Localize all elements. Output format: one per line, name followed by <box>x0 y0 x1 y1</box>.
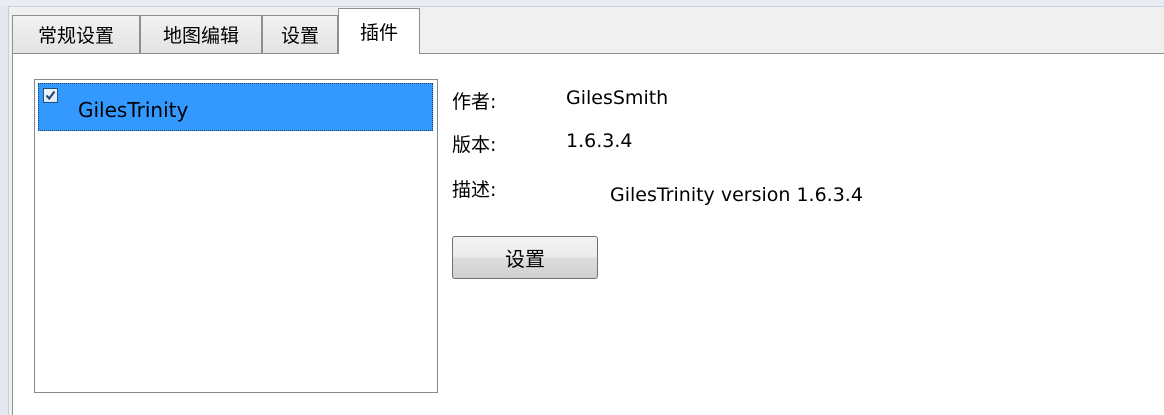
plugin-name-label: GilesTrinity <box>78 98 189 122</box>
version-label: 版本: <box>452 134 497 156</box>
version-value: 1.6.3.4 <box>566 130 633 152</box>
author-value: GilesSmith <box>566 87 669 109</box>
window-left-edge <box>0 6 9 415</box>
plugin-enabled-checkbox[interactable] <box>43 88 58 103</box>
tab-map-edit[interactable]: 地图编辑 <box>140 15 262 53</box>
description-label: 描述: <box>452 179 497 201</box>
plugin-settings-button[interactable]: 设置 <box>452 236 598 279</box>
checkmark-icon <box>45 90 56 101</box>
tab-plugins[interactable]: 插件 <box>338 8 420 54</box>
description-value: GilesTrinity version 1.6.3.4 <box>610 184 863 206</box>
window-top-edge <box>0 0 1164 7</box>
tab-settings[interactable]: 设置 <box>262 15 338 53</box>
plugin-list-item[interactable]: GilesTrinity <box>38 83 433 131</box>
tab-general-settings[interactable]: 常规设置 <box>12 15 140 53</box>
plugin-list[interactable]: GilesTrinity <box>34 79 438 393</box>
author-label: 作者: <box>452 91 497 113</box>
